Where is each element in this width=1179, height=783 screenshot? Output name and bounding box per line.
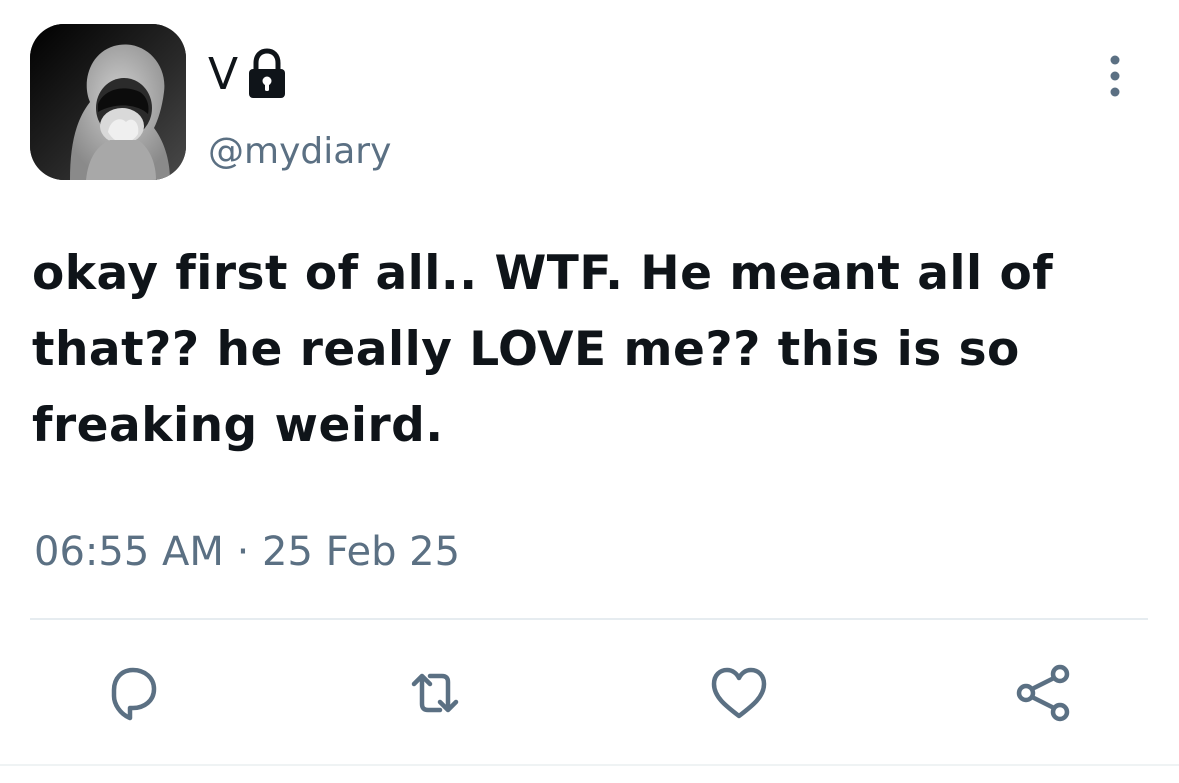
more-options-icon[interactable] bbox=[1098, 52, 1132, 100]
bottom-divider bbox=[0, 764, 1179, 766]
display-name[interactable]: V bbox=[208, 53, 238, 97]
retweet-button[interactable] bbox=[402, 660, 468, 726]
tweet-text: okay first of all.. WTF. He meant all of… bbox=[32, 246, 1054, 453]
tweet-card: V @mydiary okay first of all.. WTF. He m… bbox=[0, 0, 1179, 783]
divider bbox=[30, 618, 1148, 620]
avatar-image bbox=[30, 24, 186, 180]
user-handle[interactable]: @mydiary bbox=[208, 134, 391, 170]
tweet-time: 06:55 AM bbox=[34, 529, 224, 575]
reply-button[interactable] bbox=[100, 660, 166, 726]
tweet-timestamp[interactable]: 06:55 AM · 25 Feb 25 bbox=[34, 532, 460, 572]
share-icon bbox=[1016, 664, 1070, 722]
retweet-icon bbox=[411, 673, 459, 713]
heart-icon bbox=[711, 667, 767, 719]
share-button[interactable] bbox=[1010, 660, 1076, 726]
tweet-date: 25 Feb 25 bbox=[262, 529, 461, 575]
comment-icon bbox=[111, 667, 157, 721]
lock-icon bbox=[244, 48, 290, 102]
meta-separator: · bbox=[236, 529, 250, 575]
user-name-row: V bbox=[208, 40, 290, 110]
like-button[interactable] bbox=[706, 660, 772, 726]
avatar[interactable] bbox=[30, 24, 186, 180]
